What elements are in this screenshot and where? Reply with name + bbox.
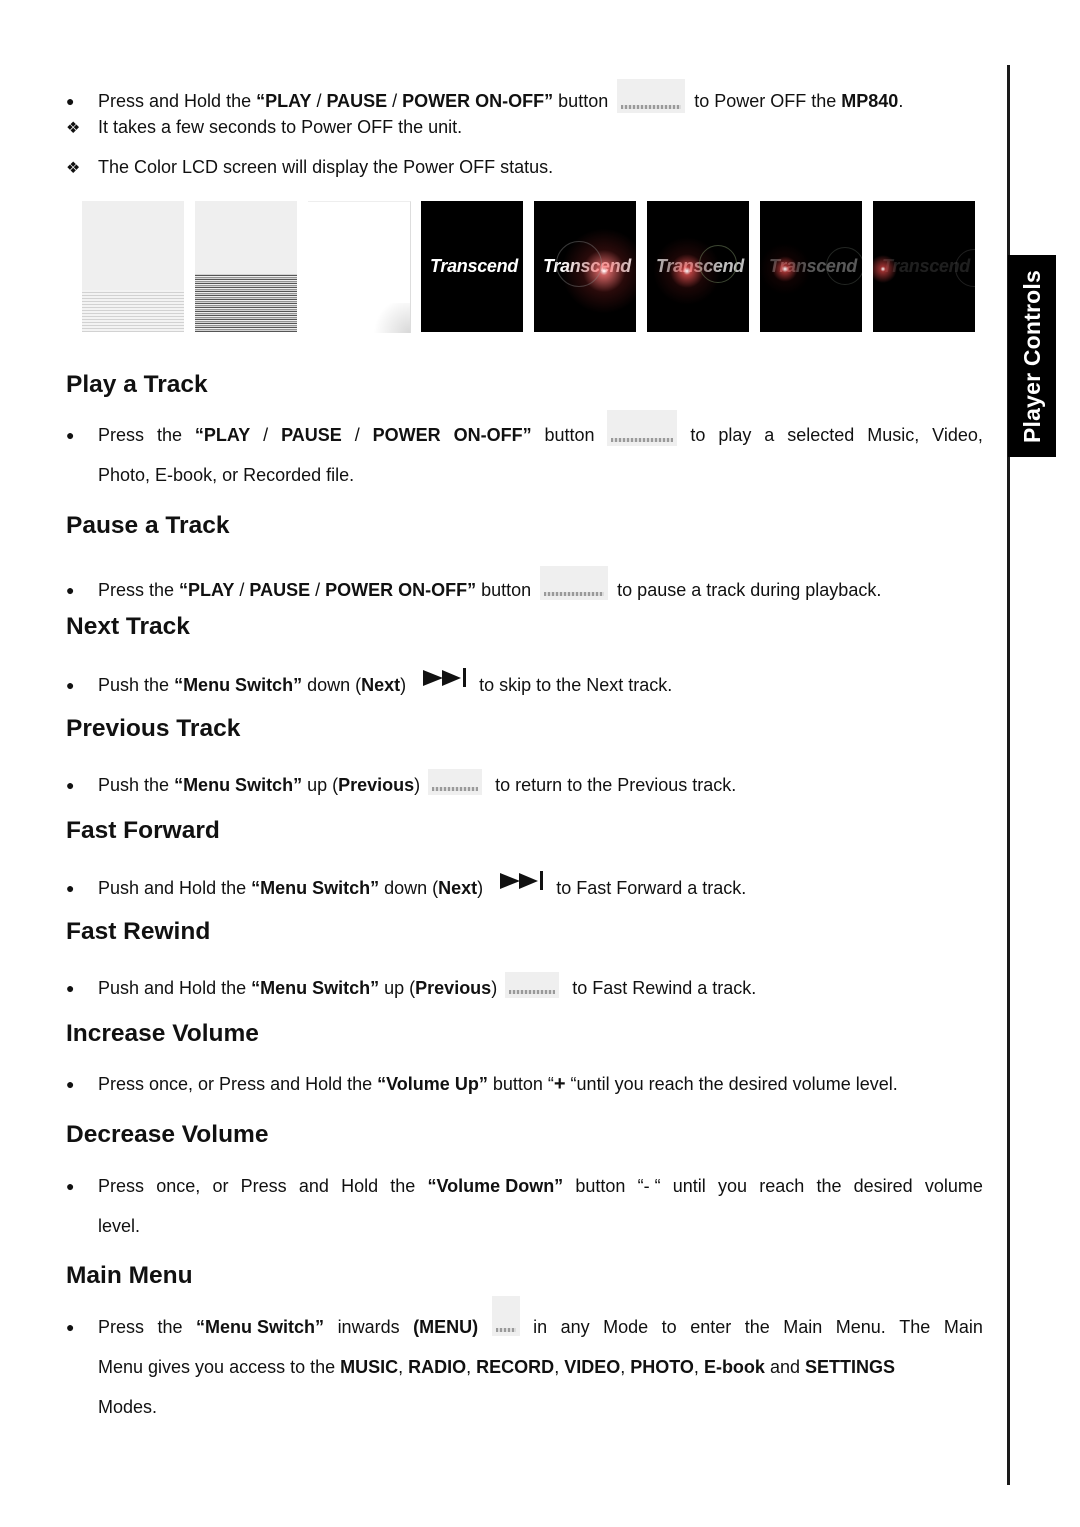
section-heading-increase-volume: Increase Volume: [66, 1020, 259, 1047]
plus-icon: +: [553, 1073, 566, 1095]
skip-previous-button-image: [428, 769, 483, 795]
bullet-icon: ●: [66, 980, 75, 996]
bullet-icon: ●: [66, 1076, 75, 1092]
bullet-icon: ●: [66, 880, 75, 896]
manual-page: Player Controls ● Press and Hold the “PLA…: [0, 0, 1080, 1527]
note-item: ❖ It takes a few seconds to Power OFF the…: [66, 116, 462, 140]
screen-frame-flare: Transcend: [873, 201, 975, 332]
decrease-volume-line-2: level.: [98, 1216, 141, 1236]
skip-previous-button-image: [505, 972, 560, 998]
screen-frame-flare: Transcend: [534, 201, 636, 332]
skip-next-icon: [423, 668, 467, 687]
play-pause-button-image: [607, 410, 678, 446]
power-off-screen-sequence: Transcend Transcend Transcend Transcend …: [82, 201, 975, 333]
section-heading-main-menu: Main Menu: [66, 1262, 193, 1289]
section-heading-fast-forward: Fast Forward: [66, 817, 220, 844]
bullet-icon: ●: [66, 582, 75, 598]
main-menu-instruction: ●: [66, 1316, 98, 1338]
transcend-logo: Transcend: [430, 256, 519, 276]
fast-forward-instruction: ● Push and Hold the “Menu Switch” down (N…: [66, 870, 746, 899]
bullet-icon: ●: [66, 93, 75, 109]
screen-frame-flare: Transcend: [760, 201, 862, 332]
play-instruction: ●: [66, 424, 98, 446]
bullet-icon: ●: [66, 1319, 75, 1335]
section-heading-previous: Previous Track: [66, 715, 241, 742]
diamond-bullet-icon: ❖: [66, 120, 81, 137]
main-menu-line-3: Modes.: [98, 1397, 158, 1417]
fast-rewind-instruction: ● Push and Hold the “Menu Switch” up (Pre…: [66, 972, 756, 999]
section-tab: Player Controls: [1008, 255, 1056, 457]
power-off-instruction: ● Press and Hold the “PLAY / PAUSE / POWE…: [66, 79, 903, 113]
skip-next-icon: [500, 871, 544, 890]
section-heading-decrease-volume: Decrease Volume: [66, 1121, 269, 1148]
pause-instruction: ● Press the “PLAY / PAUSE / POWER ON-OFF”…: [66, 566, 881, 601]
play-pause-button-image: [617, 79, 686, 113]
screen-frame: [82, 201, 184, 332]
main-menu-line-2: Menu gives you access to the MUSIC, RADI…: [98, 1357, 895, 1377]
diamond-bullet-icon: ❖: [66, 160, 81, 177]
play-instruction-line-1: Press the “PLAY / PAUSE / POWER ON-OFF” …: [98, 410, 983, 446]
minus-icon: “- “: [637, 1176, 661, 1196]
decrease-volume-instruction: ●: [66, 1175, 98, 1197]
section-heading-fast-rewind: Fast Rewind: [66, 918, 211, 945]
previous-instruction: ● Push the “Menu Switch” up (Previous) to…: [66, 769, 736, 796]
decrease-volume-line-1: Press once, or Press and Hold the “Volum…: [98, 1176, 983, 1196]
play-pause-button-image: [540, 566, 609, 600]
play-instruction-line-2: Photo, E-book, or Recorded file.: [98, 465, 355, 485]
section-heading-play: Play a Track: [66, 371, 208, 398]
bullet-icon: ●: [66, 677, 75, 693]
screen-frame-flare: Transcend: [647, 201, 749, 332]
section-heading-pause: Pause a Track: [66, 512, 230, 539]
note-item: ❖ The Color LCD screen will display the P…: [66, 156, 553, 180]
increase-volume-instruction: ● Press once, or Press and Hold the “Volu…: [66, 1073, 898, 1095]
section-tab-label: Player Controls: [1018, 269, 1045, 443]
screen-frame: [195, 201, 297, 332]
bullet-icon: ●: [66, 427, 75, 443]
section-heading-next: Next Track: [66, 613, 190, 640]
bullet-icon: ●: [66, 777, 75, 793]
screen-frame: [308, 201, 411, 333]
next-instruction: ● Push the “Menu Switch” down (Next) to s…: [66, 667, 672, 696]
menu-button-image: [491, 1296, 520, 1336]
screen-frame-logo: Transcend: [421, 201, 523, 332]
bullet-icon: ●: [66, 1178, 75, 1194]
main-menu-line-1: Press the “Menu Switch” inwards (MENU) i…: [98, 1296, 983, 1338]
